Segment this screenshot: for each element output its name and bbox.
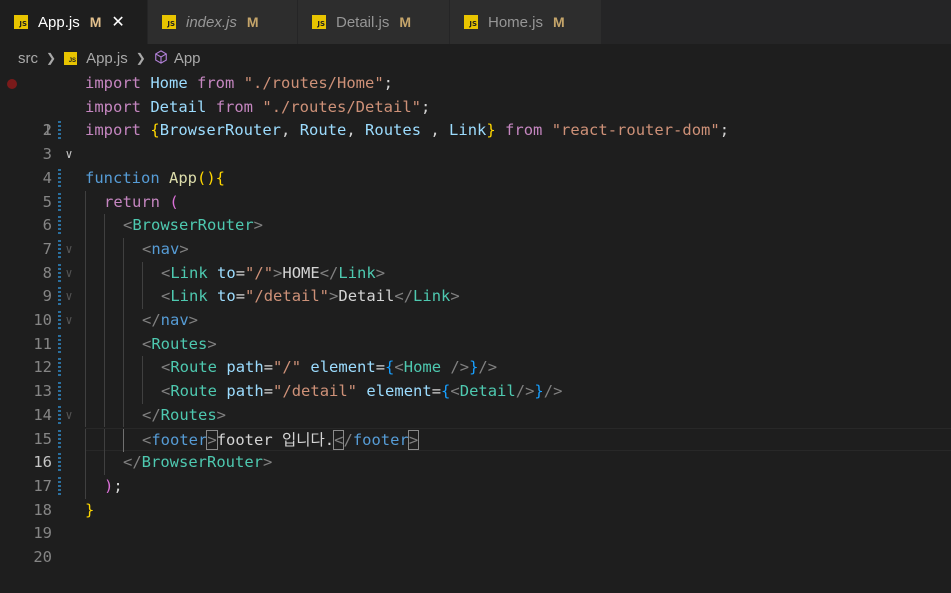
- breadcrumb-file[interactable]: App.js: [86, 50, 128, 67]
- code-text: <Route path="/detail" element={<Detail/>…: [161, 382, 563, 401]
- tab-detail-js[interactable]: JS Detail.js M: [298, 0, 450, 44]
- code-line: 3 import {BrowserRouter, Route, Routes ,…: [0, 119, 951, 163]
- modified-indicator: M: [246, 14, 259, 30]
- chevron-right-icon: ❯: [135, 51, 146, 65]
- code-text: return (: [104, 192, 179, 211]
- code-line: 5 ∨ function App(){: [0, 167, 951, 256]
- modified-indicator: M: [399, 14, 412, 30]
- code-text: );: [104, 476, 123, 495]
- editor-tab-bar: JS App.js M ✕ JS index.js M JS Detail.js…: [0, 0, 951, 44]
- code-line: 13 <Route path="/" element={<Home />}/>: [0, 356, 951, 400]
- modified-line-marker[interactable]: [58, 263, 61, 284]
- modified-indicator: M: [89, 14, 102, 30]
- code-text: </BrowserRouter>: [123, 453, 273, 472]
- tab-index-js[interactable]: JS index.js M: [148, 0, 298, 44]
- code-line: 9 <Link to="/">HOME</Link>: [0, 261, 951, 305]
- chevron-right-icon: ❯: [46, 51, 57, 65]
- code-line: 8 ∨ <nav>: [0, 237, 951, 327]
- code-text: <nav>: [142, 239, 189, 258]
- modified-indicator: M: [553, 14, 565, 30]
- code-line: 2 import Detail from "./routes/Detail";: [0, 96, 951, 140]
- code-line: 7 ∨ <BrowserRouter>: [0, 214, 951, 303]
- code-line: 10 <Link to="/detail">Detail</Link>: [0, 285, 951, 329]
- modified-line-marker[interactable]: [58, 429, 61, 450]
- tab-app-js[interactable]: JS App.js M ✕: [0, 0, 148, 44]
- code-text: <BrowserRouter>: [123, 216, 264, 235]
- code-line: 1 ∨ import Home from "./routes/Home";: [0, 72, 951, 161]
- modified-line-marker[interactable]: [58, 192, 61, 213]
- breakpoint-icon[interactable]: [7, 79, 17, 89]
- modified-line-marker[interactable]: [58, 453, 61, 474]
- modified-line-marker[interactable]: [58, 358, 61, 379]
- modified-line-marker[interactable]: [58, 239, 61, 260]
- modified-line-marker[interactable]: [58, 216, 61, 237]
- code-text: <Link to="/">HOME</Link>: [161, 263, 386, 282]
- code-line: 12 ∨ <Routes>: [0, 332, 951, 422]
- code-line: 11 </nav>: [0, 309, 951, 353]
- code-text: import {BrowserRouter, Route, Routes , L…: [85, 121, 730, 140]
- code-line: 20: [0, 522, 951, 566]
- breadcrumb-folder[interactable]: src: [18, 50, 38, 67]
- breadcrumb: src ❯ JS App.js ❯ App: [0, 44, 951, 72]
- code-text: }: [85, 500, 95, 519]
- javascript-file-icon: JS: [64, 51, 78, 65]
- code-line: 19 }: [0, 499, 951, 543]
- modified-line-marker[interactable]: [58, 334, 61, 355]
- code-text: import Detail from "./routes/Detail";: [85, 97, 431, 116]
- javascript-file-icon: JS: [464, 15, 478, 29]
- tab-home-js[interactable]: JS Home.js M: [450, 0, 602, 44]
- code-text: import Home from "./routes/Home";: [85, 74, 394, 92]
- tab-label: App.js: [38, 13, 80, 31]
- breadcrumb-symbol[interactable]: App: [174, 50, 201, 67]
- tab-label: Detail.js: [336, 13, 390, 31]
- line-number: 20: [33, 548, 52, 566]
- code-editor[interactable]: 1 ∨ import Home from "./routes/Home"; 2 …: [0, 72, 951, 566]
- code-text: <footer>footer 입니다.</footer>: [142, 429, 420, 450]
- code-text: <Link to="/detail">Detail</Link>: [161, 287, 460, 306]
- tab-label: Home.js: [488, 13, 544, 31]
- code-line: 4: [0, 143, 951, 187]
- modified-line-marker[interactable]: [58, 405, 61, 426]
- symbol-cube-icon: [154, 49, 168, 67]
- modified-line-marker[interactable]: [58, 311, 61, 331]
- code-line: 14 <Route path="/detail" element={<Detai…: [0, 380, 951, 424]
- code-text: </nav>: [142, 311, 199, 329]
- javascript-file-icon: JS: [312, 15, 326, 29]
- modified-line-marker[interactable]: [58, 476, 61, 497]
- modified-line-marker[interactable]: [58, 168, 61, 189]
- code-text: <Route path="/" element={<Home />}/>: [161, 358, 498, 377]
- modified-line-marker[interactable]: [58, 382, 61, 403]
- javascript-file-icon: JS: [162, 15, 176, 29]
- code-line: 17 </BrowserRouter>: [0, 451, 951, 495]
- code-text: </Routes>: [142, 405, 227, 424]
- code-line: 6 ∨ return (: [0, 190, 951, 280]
- code-line-current: 16 <footer>footer 입니다.</footer>: [0, 427, 951, 471]
- code-text: <Routes>: [142, 334, 217, 353]
- code-line: 15 </Routes>: [0, 403, 951, 448]
- modified-line-marker[interactable]: [58, 287, 61, 308]
- tab-label: index.js: [186, 13, 237, 31]
- code-text: function App(){: [85, 168, 226, 187]
- modified-line-marker[interactable]: [58, 121, 61, 142]
- code-line: 18 );: [0, 474, 951, 519]
- javascript-file-icon: JS: [14, 15, 28, 29]
- close-icon[interactable]: ✕: [111, 12, 124, 32]
